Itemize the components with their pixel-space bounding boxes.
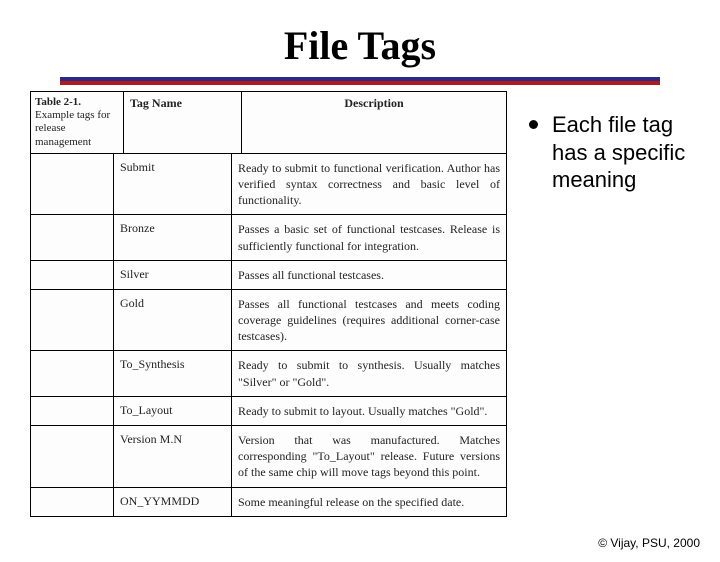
- row-pad: [31, 261, 114, 289]
- cell-tag: Version M.N: [114, 426, 232, 487]
- cell-tag: To_Synthesis: [114, 351, 232, 395]
- cell-desc: Some meaningful release on the specified…: [232, 488, 506, 516]
- bullet-dot-icon: [529, 120, 538, 129]
- footer-copyright: © Vijay, PSU, 2000: [598, 536, 700, 550]
- row-pad: [31, 351, 114, 395]
- row-pad: [31, 488, 114, 516]
- bullet-column: Each file tag has a specific meaning: [507, 91, 712, 194]
- table-row: Silver Passes all functional testcases.: [31, 261, 506, 290]
- table-row: To_Synthesis Ready to submit to synthesi…: [31, 351, 506, 396]
- bullet-text: Each file tag has a specific meaning: [552, 111, 706, 194]
- row-pad: [31, 397, 114, 425]
- row-pad: [31, 154, 114, 215]
- cell-desc: Passes a basic set of functional testcas…: [232, 215, 506, 259]
- table-side-label: Table 2-1. Example tags for release mana…: [31, 92, 124, 153]
- table-row: Version M.N Version that was manufacture…: [31, 426, 506, 488]
- col-header-tag: Tag Name: [124, 92, 242, 153]
- table-scan: Table 2-1. Example tags for release mana…: [30, 91, 507, 517]
- cell-tag: Bronze: [114, 215, 232, 259]
- content-row: Table 2-1. Example tags for release mana…: [0, 91, 720, 517]
- cell-tag: To_Layout: [114, 397, 232, 425]
- cell-tag: Gold: [114, 290, 232, 351]
- row-pad: [31, 290, 114, 351]
- cell-desc: Ready to submit to functional verificati…: [232, 154, 506, 215]
- cell-desc: Ready to submit to synthesis. Usually ma…: [232, 351, 506, 395]
- table-row: To_Layout Ready to submit to layout. Usu…: [31, 397, 506, 426]
- cell-tag: Submit: [114, 154, 232, 215]
- table-header-row: Table 2-1. Example tags for release mana…: [31, 92, 506, 154]
- col-header-desc: Description: [242, 92, 506, 153]
- cell-desc: Passes all functional testcases and meet…: [232, 290, 506, 351]
- title-rule: [60, 77, 660, 85]
- side-label-rest: Example tags for release management: [35, 109, 110, 147]
- cell-desc: Ready to submit to layout. Usually match…: [232, 397, 506, 425]
- slide-title: File Tags: [0, 22, 720, 69]
- bullet-item: Each file tag has a specific meaning: [529, 111, 706, 194]
- cell-desc: Version that was manufactured. Matches c…: [232, 426, 506, 487]
- table-row: Gold Passes all functional testcases and…: [31, 290, 506, 352]
- cell-tag: ON_YYMMDD: [114, 488, 232, 516]
- table-row: Bronze Passes a basic set of functional …: [31, 215, 506, 260]
- cell-desc: Passes all functional testcases.: [232, 261, 506, 289]
- row-pad: [31, 215, 114, 259]
- table-row: ON_YYMMDD Some meaningful release on the…: [31, 488, 506, 516]
- side-label-strong: Table 2-1.: [35, 96, 81, 108]
- cell-tag: Silver: [114, 261, 232, 289]
- table-row: Submit Ready to submit to functional ver…: [31, 154, 506, 216]
- row-pad: [31, 426, 114, 487]
